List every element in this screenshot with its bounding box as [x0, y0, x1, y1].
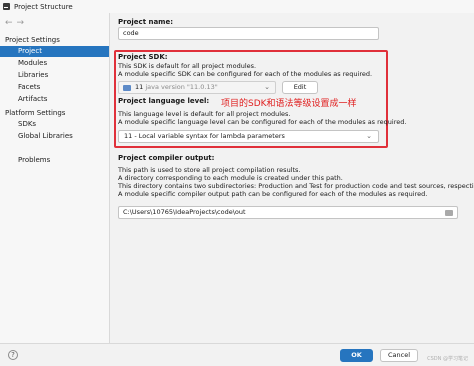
project-language-level-label: Project language level: [118, 97, 210, 105]
project-structure-window: Project Structure ← → Project Settings P… [0, 0, 474, 366]
sidebar-item-sdks[interactable]: SDKs [0, 119, 109, 130]
sidebar-section-project-settings: Project Settings [5, 36, 60, 44]
back-arrow-icon[interactable]: ← [5, 18, 13, 28]
nav-arrows: ← → [5, 18, 24, 28]
watermark: CSDN @学习笔记 [427, 356, 468, 362]
output-description-4: A module specific compiler output path c… [118, 190, 428, 198]
project-sdk-select[interactable]: 11 java version "11.0.13" ⌄ [118, 81, 276, 94]
sidebar-item-libraries[interactable]: Libraries [0, 70, 109, 81]
project-name-input[interactable]: code [118, 27, 379, 40]
language-description-1: This language level is default for all p… [118, 110, 291, 118]
project-sdk-label: Project SDK: [118, 53, 168, 61]
output-description-2: A directory corresponding to each module… [118, 174, 343, 182]
dialog-footer: ? OK Cancel [0, 343, 474, 366]
sidebar: ← → Project Settings Project Modules Lib… [0, 13, 110, 353]
sidebar-item-global-libraries[interactable]: Global Libraries [0, 131, 109, 142]
sdk-select-main: 11 [135, 83, 144, 91]
sdk-description-2: A module specific SDK can be configured … [118, 70, 373, 78]
output-description-3: This directory contains two subdirectori… [118, 182, 474, 190]
sdk-description-1: This SDK is default for all project modu… [118, 62, 257, 70]
language-description-2: A module specific language level can be … [118, 118, 407, 126]
language-level-value: 11 - Local variable syntax for lambda pa… [124, 132, 285, 140]
title-bar: Project Structure [0, 0, 474, 13]
red-annotation-text: 项目的SDK和语法等级设置成一样 [221, 99, 357, 109]
compiler-output-path-input[interactable]: C:\Users\10765\IdeaProjects\code\out [118, 206, 458, 219]
chevron-down-icon: ⌄ [366, 132, 372, 140]
forward-arrow-icon[interactable]: → [17, 18, 25, 28]
compiler-output-path-value: C:\Users\10765\IdeaProjects\code\out [123, 208, 246, 216]
project-name-label: Project name: [118, 18, 174, 26]
sdk-folder-icon [123, 85, 131, 91]
window-title: Project Structure [14, 2, 73, 11]
sdk-select-version: java version "11.0.13" [145, 83, 218, 91]
cancel-button[interactable]: Cancel [380, 349, 418, 362]
sidebar-section-platform-settings: Platform Settings [5, 109, 66, 117]
sidebar-item-modules[interactable]: Modules [0, 58, 109, 69]
sidebar-item-problems[interactable]: Problems [0, 155, 109, 166]
browse-folder-icon[interactable] [445, 210, 453, 216]
sidebar-item-facets[interactable]: Facets [0, 82, 109, 93]
ok-button[interactable]: OK [340, 349, 373, 362]
compiler-output-label: Project compiler output: [118, 154, 215, 162]
help-icon[interactable]: ? [8, 350, 18, 360]
sidebar-item-artifacts[interactable]: Artifacts [0, 94, 109, 105]
sidebar-item-project[interactable]: Project [0, 46, 109, 57]
edit-sdk-button[interactable]: Edit [282, 81, 318, 94]
output-description-1: This path is used to store all project c… [118, 166, 301, 174]
chevron-down-icon: ⌄ [264, 83, 270, 91]
language-level-select[interactable]: 11 - Local variable syntax for lambda pa… [118, 130, 379, 143]
intellij-app-icon [3, 3, 10, 10]
